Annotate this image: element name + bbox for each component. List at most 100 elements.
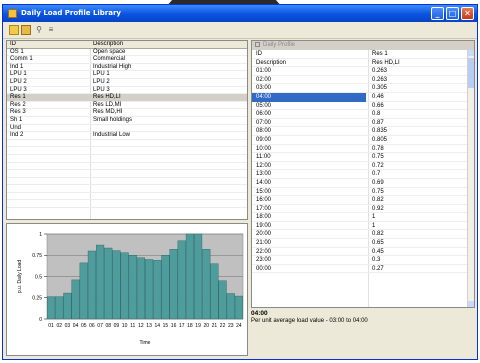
vertical-scrollbar[interactable] (467, 50, 474, 307)
new-icon[interactable] (9, 25, 19, 35)
profile-row[interactable]: 08:00 0.835 (252, 127, 474, 136)
profile-value[interactable]: 0.92 (372, 205, 384, 214)
x-tick-label: 14 (154, 323, 160, 329)
profile-row[interactable]: 13:00 0.7 (252, 170, 474, 179)
profile-key: 19:00 (256, 222, 272, 229)
profile-value[interactable]: 0.27 (372, 265, 384, 274)
x-axis-label: Time (140, 340, 151, 346)
profile-value[interactable]: 0.69 (372, 179, 384, 188)
scroll-thumb[interactable] (468, 58, 474, 88)
profile-value[interactable]: 0.8 (372, 110, 380, 119)
profile-row[interactable]: 15:00 0.75 (252, 188, 474, 197)
table-row[interactable]: Res 1 Res HD,LI (7, 94, 247, 102)
profile-value[interactable]: 0.3 (372, 256, 380, 265)
profile-row[interactable]: ID Res 1 (252, 50, 474, 59)
table-row[interactable]: LPU 2 LPU 2 (7, 79, 247, 87)
profile-row[interactable]: 01:00 0.263 (252, 67, 474, 76)
profile-row[interactable]: 10:00 0.78 (252, 145, 474, 154)
table-row[interactable]: LPU 1 LPU 1 (7, 71, 247, 79)
profile-row[interactable]: 03:00 0.305 (252, 84, 474, 93)
profile-row[interactable]: 22:00 0.45 (252, 248, 474, 257)
column-header-description[interactable]: Description (93, 41, 123, 49)
minimize-button[interactable]: _ (431, 7, 444, 20)
maximize-button[interactable]: □ (446, 7, 459, 20)
profile-value[interactable]: 0.87 (372, 119, 384, 128)
profile-row[interactable]: 12:00 0.72 (252, 162, 474, 171)
profile-row[interactable]: 20:00 0.82 (252, 230, 474, 240)
profile-value[interactable]: 0.75 (372, 188, 384, 197)
profile-value[interactable]: 0.82 (372, 196, 384, 205)
scroll-down-arrow[interactable] (468, 301, 474, 307)
profile-key: 21:00 (256, 240, 272, 247)
y-tick-label: 0.25 (32, 296, 42, 302)
description-text: Per unit average load value - 03:00 to 0… (251, 318, 368, 324)
cell-id: Sh 1 (10, 116, 23, 123)
cell-id: Und (10, 124, 22, 131)
x-tick-label: 18 (187, 323, 193, 329)
profile-key: 22:00 (256, 248, 272, 255)
properties-icon[interactable]: ≡ (46, 25, 56, 35)
profile-row[interactable]: 16:00 0.82 (252, 196, 474, 205)
close-button[interactable]: ✕ (461, 7, 474, 20)
profile-row[interactable]: 02:00 0.263 (252, 76, 474, 85)
chart-bar (218, 280, 227, 320)
x-tick-label: 22 (220, 323, 226, 329)
profile-row[interactable]: 09:00 0.805 (252, 136, 474, 145)
profile-key: 11:00 (256, 154, 271, 161)
table-row[interactable]: OS 1 Open space (7, 49, 247, 57)
empty-row (7, 200, 247, 209)
table-row[interactable]: Und (7, 125, 247, 133)
profile-value[interactable]: 0.835 (372, 127, 387, 136)
scroll-up-arrow[interactable] (468, 50, 474, 56)
profile-value[interactable]: 0.46 (372, 93, 384, 102)
profile-row[interactable]: 23:00 0.3 (252, 256, 474, 265)
profile-key: 02:00 (256, 76, 272, 83)
profile-value[interactable]: 0.78 (372, 145, 384, 154)
profile-row[interactable]: 06:00 0.8 (252, 110, 474, 119)
profile-value[interactable]: Res 1 (372, 50, 388, 59)
profile-row[interactable]: 07:00 0.87 (252, 119, 474, 128)
open-icon[interactable] (21, 25, 31, 35)
table-row[interactable]: Ind 1 Industrial High (7, 64, 247, 72)
profile-value[interactable]: 0.66 (372, 102, 384, 111)
window-title: Daily Load Profile Library (21, 9, 121, 17)
profile-value[interactable]: 0.45 (372, 248, 384, 257)
profile-row[interactable]: 05:00 0.66 (252, 102, 474, 111)
profile-value[interactable]: 0.72 (372, 162, 384, 171)
table-row[interactable]: Sh 1 Small holdings (7, 117, 247, 125)
empty-row (7, 155, 247, 163)
profile-value[interactable]: 0.75 (372, 153, 384, 162)
profile-value[interactable]: 0.805 (372, 136, 387, 145)
collapse-icon[interactable] (255, 41, 260, 47)
profile-value[interactable]: 0.7 (372, 170, 380, 179)
table-row[interactable]: LPU 3 LPU 3 (7, 87, 247, 95)
profile-value[interactable]: 0.305 (372, 84, 387, 93)
profile-row[interactable]: 21:00 0.65 (252, 239, 474, 248)
profile-row[interactable]: 04:00 0.46 (252, 92, 474, 102)
title-bar[interactable]: Daily Load Profile Library _ □ ✕ (3, 5, 477, 22)
table-row[interactable]: Comm 1 Commercial (7, 56, 247, 64)
profile-value[interactable]: 0.82 (372, 230, 384, 239)
profile-row[interactable]: Description Res HD,LI (252, 59, 474, 68)
table-row[interactable]: Res 2 Res LD,MI (7, 102, 247, 110)
profile-key: 08:00 (256, 128, 272, 135)
profile-row[interactable]: 11:00 0.75 (252, 153, 474, 162)
profile-value[interactable]: 1 (372, 222, 375, 231)
table-row[interactable]: Ind 2 Industrial Low (7, 132, 247, 140)
profile-row[interactable]: 17:00 0.92 (252, 205, 474, 214)
profile-row[interactable]: 18:00 1 (252, 213, 474, 222)
column-header-id[interactable]: ID (10, 41, 16, 49)
profile-value[interactable]: 1 (372, 213, 375, 222)
profile-value[interactable]: 0.65 (372, 239, 384, 248)
table-row[interactable]: Res 3 Res MD,HI (7, 109, 247, 117)
profile-row[interactable]: 14:00 0.69 (252, 179, 474, 188)
profile-value[interactable]: Res HD,LI (372, 59, 400, 68)
x-tick-label: 16 (171, 323, 177, 329)
profile-section-header[interactable]: Daily Profile (252, 41, 474, 50)
profile-row[interactable]: 00:00 0.27 (252, 265, 474, 274)
profile-value[interactable]: 0.263 (372, 67, 387, 76)
profile-value[interactable]: 0.263 (372, 76, 387, 85)
find-icon[interactable]: ⚲ (34, 25, 44, 35)
profile-row[interactable]: 19:00 1 (252, 222, 474, 231)
cell-description: LPU 1 (93, 71, 110, 78)
